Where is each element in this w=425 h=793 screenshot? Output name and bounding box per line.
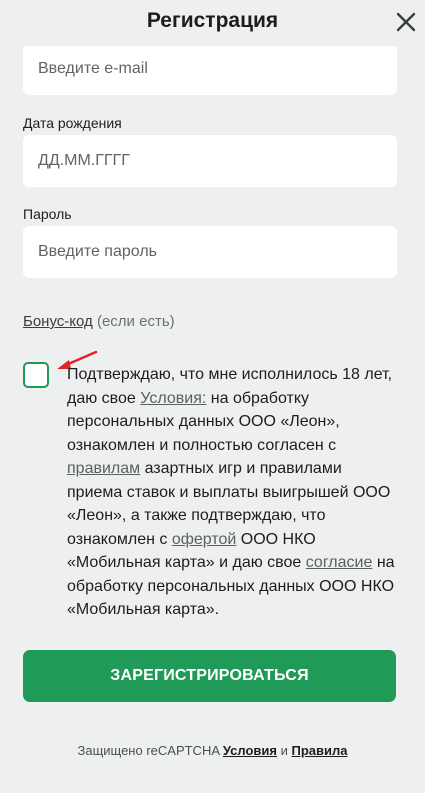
birthdate-field[interactable]: ДД.ММ.ГГГГ xyxy=(23,135,397,187)
offer-link[interactable]: офертой xyxy=(172,531,237,548)
close-icon xyxy=(396,12,416,32)
register-button[interactable]: ЗАРЕГИСТРИРОВАТЬСЯ xyxy=(23,650,396,702)
email-placeholder: Введите e-mail xyxy=(38,60,148,77)
recaptcha-text: Защищено reCAPTCHA xyxy=(77,743,223,758)
recaptcha-rules-link[interactable]: Правила xyxy=(292,743,348,758)
rules-link[interactable]: правилам xyxy=(67,460,140,477)
password-placeholder: Введите пароль xyxy=(38,243,157,260)
birthdate-label: Дата рождения xyxy=(23,115,122,131)
modal-header: Регистрация xyxy=(0,0,425,46)
bonus-code-link[interactable]: Бонус-код xyxy=(23,313,93,330)
consent-text: Подтверждаю, что мне исполнилось 18 лет,… xyxy=(67,363,397,622)
password-label: Пароль xyxy=(23,206,72,222)
terms-link[interactable]: Условия: xyxy=(140,390,206,407)
page-title: Регистрация xyxy=(146,9,279,32)
bonus-code-row: Бонус-код (если есть) xyxy=(23,313,175,330)
password-field[interactable]: Введите пароль xyxy=(23,226,397,278)
birthdate-placeholder: ДД.ММ.ГГГГ xyxy=(38,152,130,169)
bonus-code-hint: (если есть) xyxy=(92,313,175,330)
recaptcha-and: и xyxy=(277,743,292,758)
recaptcha-terms-link[interactable]: Условия xyxy=(223,743,277,758)
recaptcha-notice: Защищено reCAPTCHA Условия и Правила xyxy=(0,743,425,758)
consent-checkbox[interactable] xyxy=(23,362,49,388)
agreement-link[interactable]: согласие xyxy=(306,554,373,571)
email-field[interactable]: Введите e-mail xyxy=(23,43,397,95)
close-button[interactable] xyxy=(395,11,417,33)
